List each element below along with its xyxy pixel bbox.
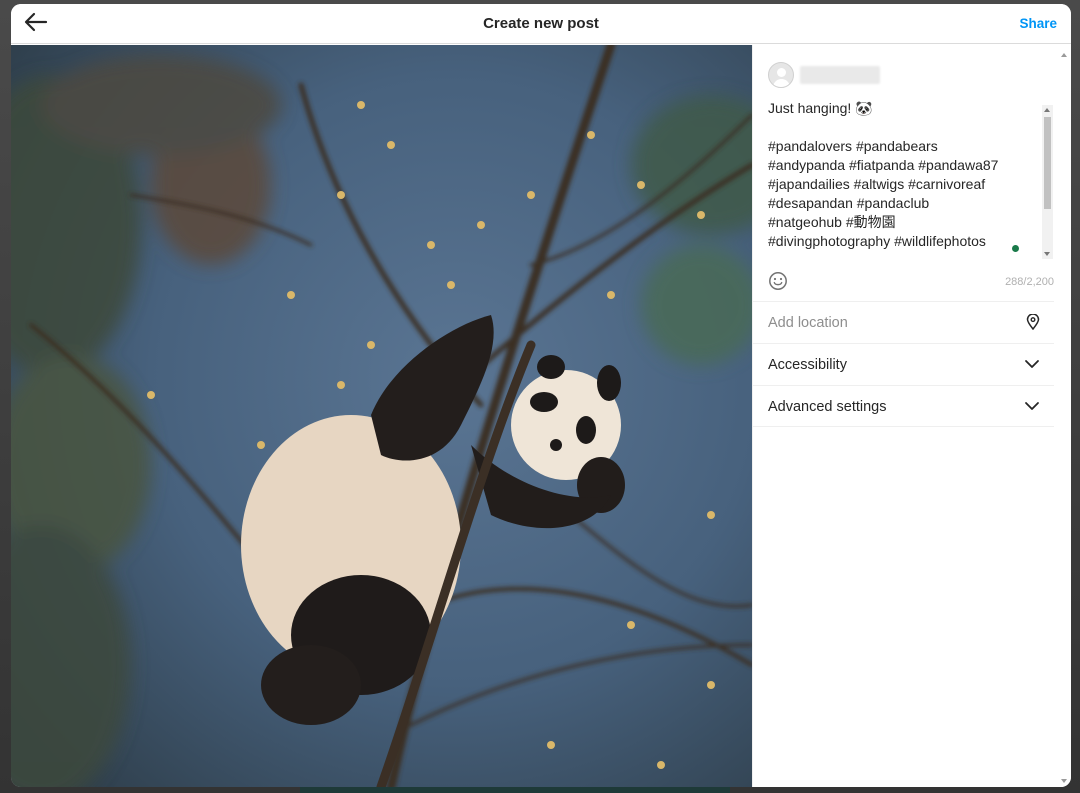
- advanced-settings-section[interactable]: Advanced settings: [753, 385, 1054, 427]
- dialog-title: Create new post: [483, 15, 599, 32]
- advanced-settings-label: Advanced settings: [768, 399, 887, 415]
- caption-toolbar: 288/2,200: [768, 271, 1054, 293]
- accessibility-section[interactable]: Accessibility: [753, 343, 1054, 385]
- scroll-down-icon[interactable]: [1061, 779, 1067, 783]
- create-post-dialog: Create new post Share Just hanging! 🐼 #p…: [11, 4, 1071, 787]
- scroll-up-icon[interactable]: [1044, 108, 1050, 112]
- scroll-down-icon[interactable]: [1044, 252, 1050, 256]
- panel-scrollbar[interactable]: [1058, 49, 1070, 787]
- post-photo: [11, 45, 752, 787]
- chevron-down-icon[interactable]: [1024, 398, 1040, 419]
- add-location-field[interactable]: Add location: [753, 301, 1054, 343]
- background-strip: [300, 787, 730, 793]
- username-redacted: [800, 66, 880, 84]
- caption-scrollbar[interactable]: [1042, 105, 1053, 259]
- character-count: 288/2,200: [1005, 276, 1054, 288]
- location-pin-icon: [1026, 313, 1040, 335]
- user-row: [768, 61, 880, 89]
- status-dot: [1012, 245, 1019, 252]
- share-button[interactable]: Share: [1019, 16, 1057, 31]
- dialog-header: Create new post Share: [11, 4, 1071, 44]
- add-location-label: Add location: [768, 315, 848, 331]
- caption-first-line: Just hanging! 🐼: [768, 100, 873, 116]
- scroll-up-icon[interactable]: [1061, 53, 1067, 57]
- caption-textarea[interactable]: Just hanging! 🐼 #pandalovers #pandabears…: [768, 99, 1038, 255]
- smiley-icon[interactable]: [768, 271, 788, 296]
- post-details-panel: Just hanging! 🐼 #pandalovers #pandabears…: [752, 45, 1071, 787]
- scroll-thumb[interactable]: [1044, 117, 1051, 209]
- avatar: [768, 62, 794, 88]
- caption-hashtags: #pandalovers #pandabears #andypanda #fia…: [768, 138, 999, 255]
- accessibility-label: Accessibility: [768, 357, 847, 373]
- chevron-down-icon[interactable]: [1024, 356, 1040, 377]
